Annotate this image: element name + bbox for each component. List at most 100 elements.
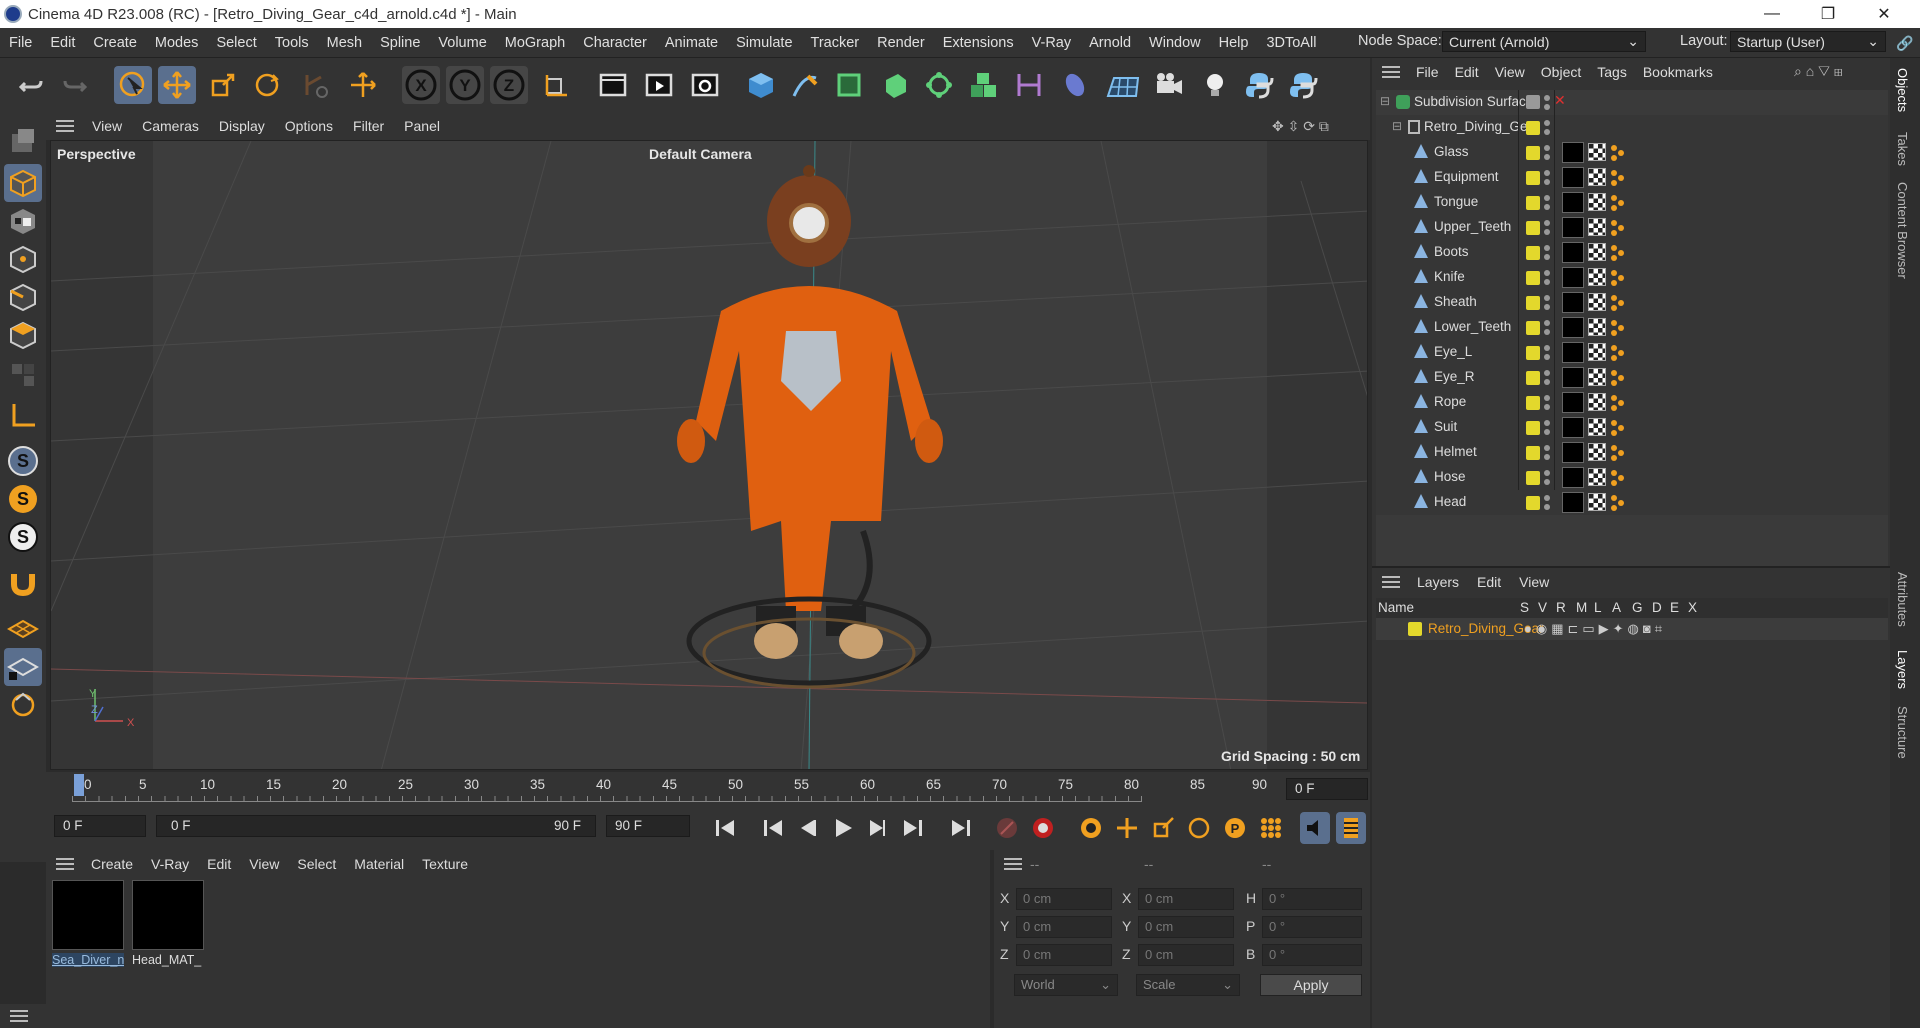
- key-scale-icon[interactable]: [1148, 812, 1178, 844]
- layer-color-swatch[interactable]: [1526, 146, 1540, 160]
- x-axis-lock-button[interactable]: X: [402, 66, 440, 104]
- arnold-tag-icon[interactable]: [1610, 344, 1626, 362]
- tree-row-object[interactable]: Lower_Teeth: [1376, 315, 1888, 340]
- viewport-navigate-icons[interactable]: ✥ ⇳ ⟳ ⧉: [1272, 118, 1329, 135]
- tree-row-object[interactable]: Glass: [1376, 140, 1888, 165]
- material-tag-icon[interactable]: [1562, 267, 1584, 288]
- y-axis-lock-button[interactable]: Y: [446, 66, 484, 104]
- material-hamburger-icon[interactable]: [56, 858, 74, 870]
- viewport-menu-options[interactable]: Options: [275, 118, 343, 134]
- layer-color-swatch[interactable]: [1526, 396, 1540, 410]
- object-menu-bookmarks[interactable]: Bookmarks: [1635, 64, 1721, 80]
- material-tag-icon[interactable]: [1562, 292, 1584, 313]
- layer-color-swatch[interactable]: [1408, 622, 1422, 636]
- sound-icon[interactable]: [1300, 812, 1330, 844]
- object-menu-edit[interactable]: Edit: [1447, 64, 1487, 80]
- collapse-icon[interactable]: ⊟: [1392, 119, 1402, 133]
- menu-edit[interactable]: Edit: [41, 35, 84, 51]
- menu-tracker[interactable]: Tracker: [802, 35, 869, 51]
- camera-icon[interactable]: [1150, 66, 1188, 104]
- texture-tag-icon[interactable]: [1588, 368, 1606, 386]
- tab-objects[interactable]: Objects: [1895, 68, 1910, 112]
- layer-col-m[interactable]: M: [1576, 600, 1587, 615]
- layer-color-swatch[interactable]: [1526, 171, 1540, 185]
- material-tag-icon[interactable]: [1562, 317, 1584, 338]
- layer-color-swatch[interactable]: [1526, 346, 1540, 360]
- z-axis-lock-button[interactable]: Z: [490, 66, 528, 104]
- material-tag-icon[interactable]: [1562, 142, 1584, 163]
- material-tag-icon[interactable]: [1562, 442, 1584, 463]
- visibility-dots-icon[interactable]: [1544, 394, 1550, 412]
- layer-col-g[interactable]: G: [1632, 600, 1643, 615]
- disabled-x-icon[interactable]: ✕: [1554, 92, 1566, 109]
- texture-tag-icon[interactable]: [1588, 243, 1606, 261]
- material-menu-vray[interactable]: V-Ray: [142, 856, 198, 872]
- tree-row-object[interactable]: Eye_L: [1376, 340, 1888, 365]
- record-keys-icon[interactable]: [992, 812, 1022, 844]
- layer-color-swatch[interactable]: [1526, 371, 1540, 385]
- layer-col-r[interactable]: R: [1556, 600, 1566, 615]
- menu-volume[interactable]: Volume: [429, 35, 495, 51]
- size-x-field[interactable]: 0 cm: [1138, 888, 1234, 910]
- layer-hamburger-icon[interactable]: [1382, 576, 1400, 588]
- arnold-tag-icon[interactable]: [1610, 194, 1626, 212]
- frame-range-slider[interactable]: 0 F 90 F: [156, 815, 596, 837]
- go-to-end-icon[interactable]: [946, 812, 976, 844]
- arnold-tag-icon[interactable]: [1610, 494, 1626, 512]
- visibility-dots-icon[interactable]: [1544, 294, 1550, 312]
- visibility-dots-icon[interactable]: [1544, 319, 1550, 337]
- visibility-dots-icon[interactable]: [1544, 344, 1550, 362]
- menu-render[interactable]: Render: [868, 35, 934, 51]
- points-mode-icon[interactable]: [4, 240, 42, 278]
- workplane-icon[interactable]: [4, 610, 42, 648]
- arnold-tag-icon[interactable]: [1610, 319, 1626, 337]
- restore-button[interactable]: ❐: [1800, 0, 1856, 28]
- next-key-icon[interactable]: [898, 812, 928, 844]
- key-pla-icon[interactable]: [1256, 812, 1286, 844]
- subdivision-surface-icon[interactable]: [830, 66, 868, 104]
- render-settings-icon[interactable]: [686, 66, 724, 104]
- material-tag-icon[interactable]: [1562, 467, 1584, 488]
- tree-row-object[interactable]: Knife: [1376, 265, 1888, 290]
- layout-dropdown[interactable]: Startup (User) ⌄: [1730, 31, 1886, 52]
- current-frame-field[interactable]: 0 F: [1286, 778, 1368, 800]
- layer-row[interactable]: Retro_Diving_Gear ●◉▦⊏▭▶✦◍◙⌗: [1376, 618, 1888, 640]
- playhead[interactable]: [74, 774, 84, 796]
- object-hamburger-icon[interactable]: [1382, 66, 1400, 78]
- tree-row-object[interactable]: Sheath: [1376, 290, 1888, 315]
- texture-tag-icon[interactable]: [1588, 293, 1606, 311]
- layer-menu-layers[interactable]: Layers: [1408, 574, 1468, 590]
- size-z-field[interactable]: 0 cm: [1138, 944, 1234, 966]
- tab-content-browser[interactable]: Content Browser: [1895, 182, 1910, 279]
- apply-button[interactable]: Apply: [1260, 974, 1362, 996]
- menu-character[interactable]: Character: [574, 35, 656, 51]
- previous-frame-icon[interactable]: [792, 812, 822, 844]
- tree-row-object[interactable]: Suit: [1376, 415, 1888, 440]
- keyframe-selection-icon[interactable]: [1076, 812, 1106, 844]
- menu-mesh[interactable]: Mesh: [318, 35, 371, 51]
- deformer-icon[interactable]: [1010, 66, 1048, 104]
- menu-extensions[interactable]: Extensions: [934, 35, 1023, 51]
- close-button[interactable]: ✕: [1856, 0, 1912, 28]
- coords-hamburger-icon[interactable]: [1004, 858, 1022, 870]
- polygons-mode-icon[interactable]: [4, 316, 42, 354]
- pen-spline-icon[interactable]: [786, 66, 824, 104]
- tree-row-object[interactable]: Boots: [1376, 240, 1888, 265]
- layer-color-swatch[interactable]: [1526, 321, 1540, 335]
- texture-tag-icon[interactable]: [1588, 418, 1606, 436]
- texture-tag-icon[interactable]: [1588, 193, 1606, 211]
- transform-tool-icon[interactable]: [344, 66, 382, 104]
- visibility-dots-icon[interactable]: [1544, 169, 1550, 187]
- visibility-dots-icon[interactable]: [1544, 194, 1550, 212]
- size-y-field[interactable]: 0 cm: [1138, 916, 1234, 938]
- texture-tag-icon[interactable]: [1588, 393, 1606, 411]
- timeline-window-icon[interactable]: [1336, 812, 1366, 844]
- key-position-icon[interactable]: [1112, 812, 1142, 844]
- menu-mograph[interactable]: MoGraph: [496, 35, 574, 51]
- visibility-dots-icon[interactable]: [1544, 469, 1550, 487]
- 3d-viewport[interactable]: Y Z X Perspective Default Camera Grid Sp…: [50, 140, 1368, 770]
- texture-tag-icon[interactable]: [1588, 318, 1606, 336]
- menu-window[interactable]: Window: [1140, 35, 1210, 51]
- go-to-start-icon[interactable]: [710, 812, 740, 844]
- tree-row-subdivision[interactable]: ⊟ Subdivision Surface ✕: [1376, 90, 1888, 115]
